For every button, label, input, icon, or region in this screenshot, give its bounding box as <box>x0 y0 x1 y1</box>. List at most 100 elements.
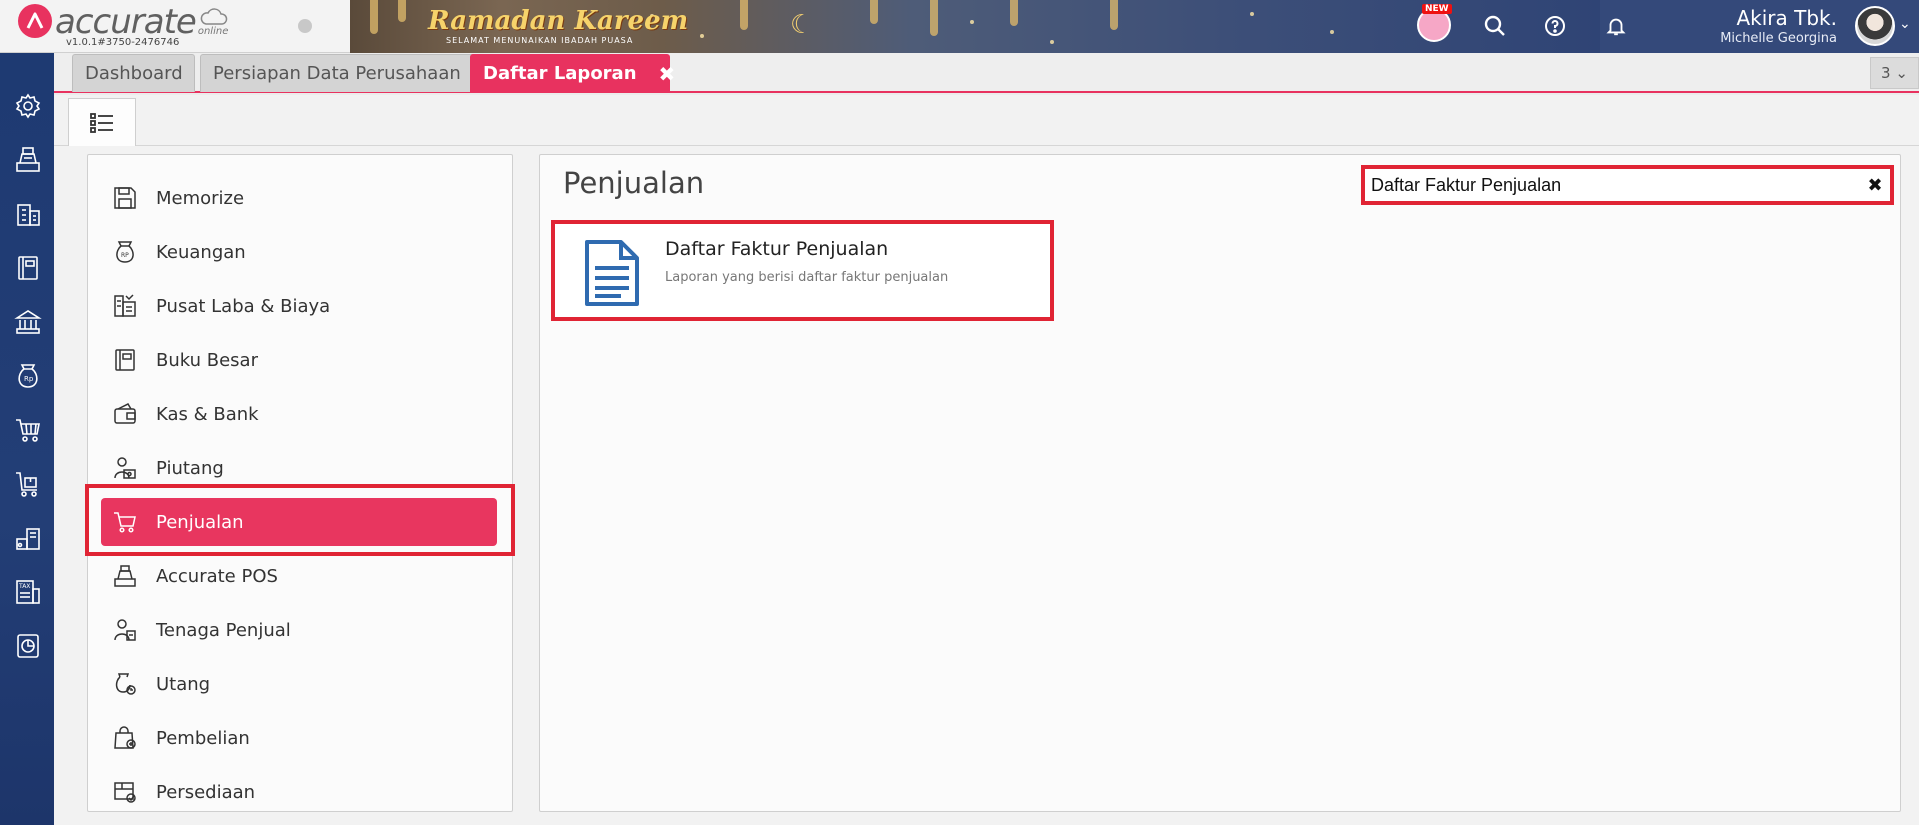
tab-label: Persiapan Data Perusahaan <box>213 63 461 84</box>
bank-icon[interactable] <box>13 307 43 337</box>
category-label: Tenaga Penjual <box>156 619 291 641</box>
gear-icon[interactable] <box>13 91 43 121</box>
category-kas-bank[interactable]: Kas & Bank <box>101 390 497 438</box>
category-pembelian[interactable]: Pembelian <box>101 714 497 762</box>
shopping-cart-icon[interactable] <box>13 415 43 445</box>
ledger-book-icon <box>111 346 139 374</box>
building-icon[interactable] <box>13 199 43 229</box>
warehouse-icon[interactable] <box>13 523 43 553</box>
person-money-icon <box>111 454 139 482</box>
tab-daftar-laporan[interactable]: Daftar Laporan ✖ <box>470 54 675 92</box>
report-search: ✖ <box>1361 165 1894 205</box>
notification-bell-icon[interactable] <box>1600 10 1632 42</box>
document-icon <box>585 240 639 306</box>
shopping-bag-icon <box>111 724 139 752</box>
main-sidebar: Rp TAX <box>0 53 54 825</box>
category-persediaan[interactable]: Persediaan <box>101 768 497 811</box>
logo-text: accurate <box>55 2 197 42</box>
tab-dashboard[interactable]: Dashboard <box>72 54 195 92</box>
ramadan-banner: Ramadan Kareem SELAMAT MENUNAIKAN IBADAH… <box>350 0 1600 53</box>
inventory-box-icon <box>111 778 139 806</box>
category-keuangan[interactable]: RP Keuangan <box>101 228 497 276</box>
lantern-icon <box>398 0 406 22</box>
toolbar-divider <box>54 145 1919 146</box>
lantern-icon <box>870 0 878 24</box>
lantern-icon <box>1010 0 1018 26</box>
accurate-logo-icon <box>18 4 52 38</box>
chart-building-icon <box>111 292 139 320</box>
tab-count-dropdown[interactable]: 3 ⌄ <box>1870 57 1919 89</box>
report-description: Laporan yang berisi daftar faktur penjua… <box>665 270 949 285</box>
lantern-icon <box>930 0 938 36</box>
chevron-down-icon: ⌄ <box>1895 64 1908 82</box>
category-accurate-pos[interactable]: Accurate POS <box>101 552 497 600</box>
category-label: Penjualan <box>156 511 244 533</box>
cloud-icon <box>200 8 228 25</box>
category-label: Pembelian <box>156 727 250 749</box>
list-view-button[interactable] <box>68 98 136 146</box>
shopping-cart-icon <box>111 508 139 536</box>
cash-register-icon <box>111 562 139 590</box>
report-category-list: Memorize RP Keuangan Pusat Laba & Biaya … <box>87 154 513 812</box>
tab-count-value: 3 <box>1881 64 1891 82</box>
sparkle-icon <box>1250 12 1254 16</box>
status-dot <box>298 19 312 33</box>
category-label: Kas & Bank <box>156 403 259 425</box>
tab-bar: Dashboard Persiapan Data Perusahaan Daft… <box>54 53 1919 93</box>
search-input[interactable] <box>1365 169 1860 201</box>
category-pusat-laba-biaya[interactable]: Pusat Laba & Biaya <box>101 282 497 330</box>
category-penjualan[interactable]: Penjualan <box>101 498 497 546</box>
lantern-icon <box>370 0 378 34</box>
cart-box-icon[interactable] <box>13 469 43 499</box>
banner-title: Ramadan Kareem <box>428 6 689 36</box>
avatar[interactable] <box>1855 6 1895 46</box>
report-card-daftar-faktur-penjualan[interactable]: Daftar Faktur Penjualan Laporan yang ber… <box>551 220 1054 321</box>
wallet-icon <box>111 400 139 428</box>
category-label: Memorize <box>156 187 245 209</box>
category-label: Utang <box>156 673 211 695</box>
category-memorize[interactable]: Memorize <box>101 174 497 222</box>
salesperson-icon <box>111 616 139 644</box>
cash-register-icon[interactable] <box>13 145 43 175</box>
page-title: Penjualan <box>563 166 705 200</box>
version-label: v1.0.1#3750-2476746 <box>66 37 180 48</box>
category-piutang[interactable]: Piutang <box>101 444 497 492</box>
list-icon <box>90 112 113 133</box>
sparkle-icon <box>1050 40 1054 44</box>
crescent-moon-icon: ☾ <box>790 10 814 40</box>
help-icon[interactable] <box>1539 10 1571 42</box>
money-bag-icon: RP <box>111 238 139 266</box>
report-chart-icon[interactable] <box>13 631 43 661</box>
search-icon[interactable] <box>1479 10 1511 42</box>
svg-text:Rp: Rp <box>24 375 34 383</box>
category-label: Keuangan <box>156 241 246 263</box>
category-label: Buku Besar <box>156 349 258 371</box>
category-label: Persediaan <box>156 781 256 803</box>
lantern-icon <box>740 0 748 30</box>
ledger-book-icon[interactable] <box>13 253 43 283</box>
report-title: Daftar Faktur Penjualan <box>665 238 889 260</box>
user-name[interactable]: Akira Tbk. <box>1736 6 1837 30</box>
category-tenaga-penjual[interactable]: Tenaga Penjual <box>101 606 497 654</box>
category-label: Accurate POS <box>156 565 278 587</box>
svg-text:TAX: TAX <box>18 583 30 590</box>
money-bag-icon[interactable]: Rp <box>13 361 43 391</box>
tab-label: Daftar Laporan <box>483 63 637 84</box>
money-bag-clock-icon <box>111 670 139 698</box>
new-tag: NEW <box>1422 4 1452 14</box>
tab-label: Dashboard <box>85 63 183 84</box>
close-tab-icon[interactable]: ✖ <box>659 62 676 86</box>
category-label: Pusat Laba & Biaya <box>156 295 331 317</box>
banner-subtitle: SELAMAT MENUNAIKAN IBADAH PUASA <box>446 36 634 45</box>
chevron-down-icon[interactable]: ⌄ <box>1899 16 1911 32</box>
logo-online: online <box>197 26 229 37</box>
sparkle-icon <box>700 34 704 38</box>
tax-icon[interactable]: TAX <box>13 577 43 607</box>
category-utang[interactable]: Utang <box>101 660 497 708</box>
category-buku-besar[interactable]: Buku Besar <box>101 336 497 384</box>
user-company: Michelle Georgina <box>1720 31 1837 46</box>
sparkle-icon <box>1330 30 1334 34</box>
sparkle-icon <box>970 20 974 24</box>
clear-search-icon[interactable]: ✖ <box>1860 175 1890 196</box>
floppy-disk-icon <box>111 184 139 212</box>
